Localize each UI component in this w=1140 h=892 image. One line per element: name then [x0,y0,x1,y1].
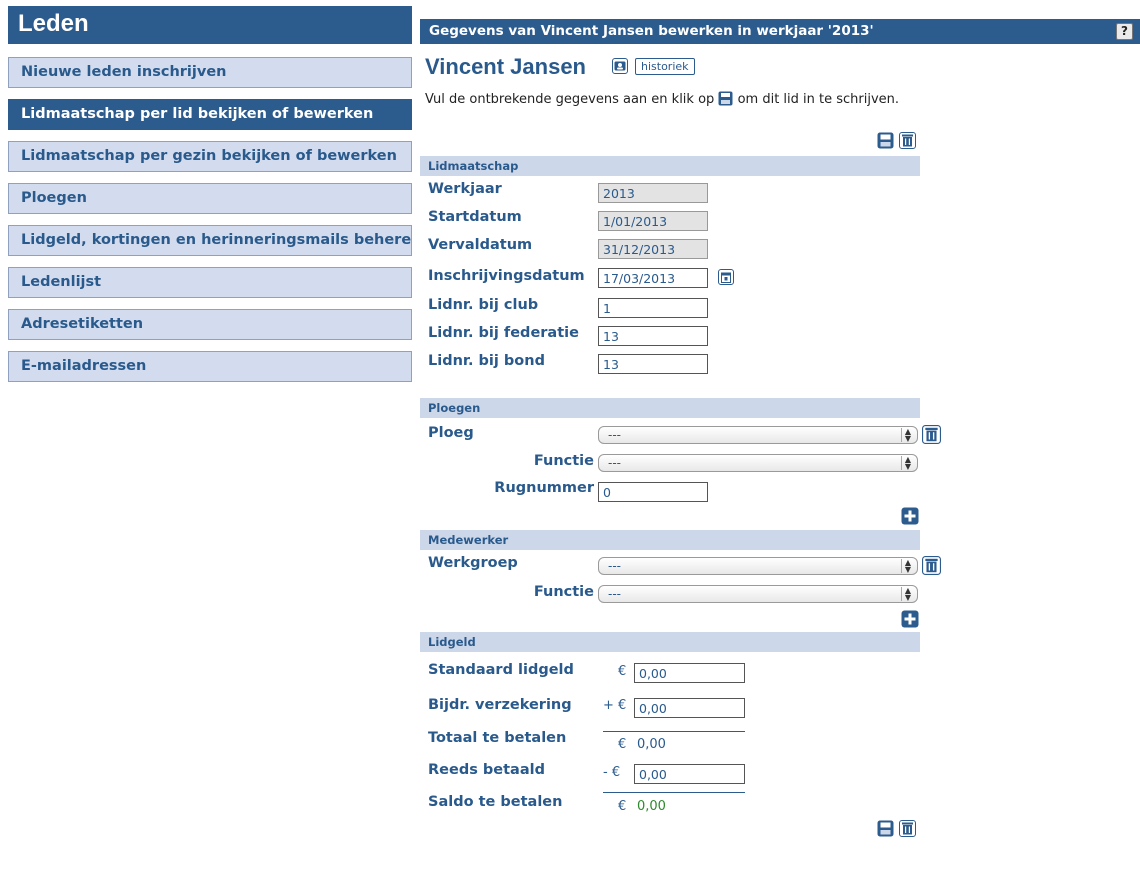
select-arrows-icon: ▲ ▼ [901,559,914,574]
lidnr-federatie-field[interactable]: 13 [598,326,708,346]
save-icon [877,132,894,149]
inschrijvingsdatum-field[interactable]: 17/03/2013 [598,268,708,288]
page-header: Gegevens van Vincent Jansen bewerken in … [420,19,1140,44]
sidebar-item-ledenlijst[interactable]: Ledenlijst [8,267,412,298]
bijdr-verzekering-prefix: + € [603,698,627,713]
select-arrows-icon: ▲ ▼ [901,456,914,471]
trash-icon [922,425,941,444]
add-ploeg-button[interactable] [901,507,919,529]
section-lidmaatschap: Lidmaatschap [420,156,920,176]
standaard-lidgeld-prefix: € [618,664,627,679]
ploeg-functie-value: --- [608,456,621,470]
reeds-betaald-label: Reeds betaald [428,762,545,778]
startdatum-label: Startdatum [428,209,522,225]
lidnr-bond-label: Lidnr. bij bond [428,353,545,369]
intro-text-after: om dit lid in te schrijven. [737,92,900,107]
trash-icon [899,132,916,149]
sidebar-item-nieuwe-leden[interactable]: Nieuwe leden inschrijven [8,57,412,88]
sidebar-title: Leden [8,6,412,44]
lidnr-bond-field[interactable]: 13 [598,354,708,374]
trash-icon [899,820,916,837]
reeds-betaald-prefix: - € [603,765,621,780]
totaal-label: Totaal te betalen [428,730,567,746]
ploeg-label: Ploeg [428,425,474,441]
intro-text: Vul de ontbrekende gegevens aan en klik … [425,91,899,110]
plus-icon [901,610,919,628]
save-icon [877,820,894,837]
totaal-value: 0,00 [637,737,666,752]
saldo-value: 0,00 [637,799,666,814]
medewerker-functie-select[interactable]: --- ▲ ▼ [598,585,918,603]
sidebar-item-lidmaatschap-per-gezin[interactable]: Lidmaatschap per gezin bekijken of bewer… [8,141,412,172]
startdatum-field: 1/01/2013 [598,211,708,231]
inschrijvingsdatum-label: Inschrijvingsdatum [428,268,585,284]
trash-icon [922,556,941,575]
medewerker-functie-value: --- [608,587,621,601]
standaard-lidgeld-field[interactable]: 0,00 [634,663,745,683]
page-header-title: Gegevens van Vincent Jansen bewerken in … [429,23,874,39]
add-werkgroep-button[interactable] [901,610,919,632]
werkgroep-select-value: --- [608,559,621,573]
sidebar-item-lidmaatschap-per-lid[interactable]: Lidmaatschap per lid bekijken of bewerke… [8,99,412,130]
plus-icon [901,507,919,525]
vervaldatum-field: 31/12/2013 [598,239,708,259]
save-button-bottom[interactable] [877,820,894,841]
bijdr-verzekering-field[interactable]: 0,00 [634,698,745,718]
person-name: Vincent Jansen [425,54,586,79]
ploeg-functie-label: Functie [533,453,594,469]
sum-divider [603,731,745,732]
standaard-lidgeld-label: Standaard lidgeld [428,662,574,678]
help-button[interactable]: ? [1116,23,1133,40]
vervaldatum-label: Vervaldatum [428,237,533,253]
intro-text-before: Vul de ontbrekende gegevens aan en klik … [425,92,715,107]
saldo-prefix: € [618,799,627,814]
totaal-prefix: € [618,737,627,752]
person-card-icon[interactable] [612,58,628,74]
section-medewerker: Medewerker [420,530,920,550]
saldo-divider [603,792,745,793]
historiek-button[interactable]: historiek [635,58,695,75]
bijdr-verzekering-label: Bijdr. verzekering [428,697,572,713]
delete-button-bottom[interactable] [899,820,916,841]
calendar-icon[interactable] [718,269,734,285]
save-button-top[interactable] [877,132,894,153]
lidnr-club-field[interactable]: 1 [598,298,708,318]
werkjaar-field: 2013 [598,183,708,203]
ploeg-select-value: --- [608,428,621,442]
werkjaar-label: Werkjaar [428,181,502,197]
werkgroep-label: Werkgroep [428,555,518,571]
delete-werkgroep-button[interactable] [922,556,941,579]
section-ploegen: Ploegen [420,398,920,418]
sidebar-item-lidgeld[interactable]: Lidgeld, kortingen en herinneringsmails … [8,225,412,256]
lidnr-club-label: Lidnr. bij club [428,297,539,313]
sidebar-item-adresetiketten[interactable]: Adresetiketten [8,309,412,340]
saldo-label: Saldo te betalen [428,794,563,810]
section-lidgeld: Lidgeld [420,632,920,652]
ploeg-functie-select[interactable]: --- ▲ ▼ [598,454,918,472]
save-icon [718,91,733,110]
lidnr-federatie-label: Lidnr. bij federatie [428,325,579,341]
delete-ploeg-button[interactable] [922,425,941,448]
medewerker-functie-label: Functie [533,584,594,600]
delete-button-top[interactable] [899,132,916,153]
rugnummer-field[interactable]: 0 [598,482,708,502]
sidebar-item-ploegen[interactable]: Ploegen [8,183,412,214]
select-arrows-icon: ▲ ▼ [901,587,914,602]
rugnummer-label: Rugnummer [494,480,594,496]
ploeg-select[interactable]: --- ▲ ▼ [598,426,918,444]
reeds-betaald-field[interactable]: 0,00 [634,764,745,784]
sidebar-item-e-mailadressen[interactable]: E-mailadressen [8,351,412,382]
werkgroep-select[interactable]: --- ▲ ▼ [598,557,918,575]
select-arrows-icon: ▲ ▼ [901,428,914,443]
